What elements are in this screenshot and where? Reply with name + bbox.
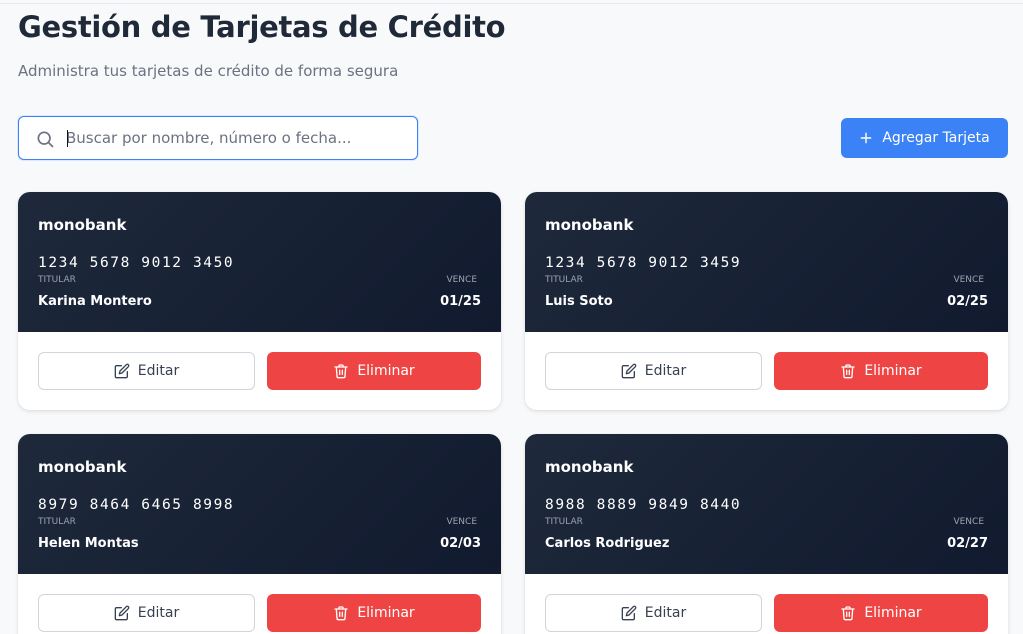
delete-button[interactable]: Eliminar [774,352,988,390]
text-caret [67,130,68,147]
credit-card-item: monobank 1234 5678 9012 3450 TITULAR VEN… [18,192,501,410]
edit-label: Editar [644,605,687,621]
top-divider [0,3,1023,4]
holder-label: TITULAR [38,275,76,285]
search-box[interactable] [18,116,418,160]
delete-label: Eliminar [864,363,922,379]
page-title: Gestión de Tarjetas de Crédito [18,10,506,44]
holder-label: TITULAR [545,275,583,285]
expiry-label: VENCE [953,517,984,527]
edit-icon [114,363,130,379]
card-expiry: 02/03 [440,536,481,551]
delete-button[interactable]: Eliminar [267,594,481,632]
expiry-label: VENCE [446,275,477,285]
delete-button[interactable]: Eliminar [267,352,481,390]
edit-button[interactable]: Editar [38,594,255,632]
card-bank: monobank [545,458,634,476]
credit-card-item: monobank 8988 8889 9849 8440 TITULAR VEN… [525,434,1008,634]
trash-icon [334,606,348,621]
card-holder: Carlos Rodriguez [545,536,670,551]
card-bank: monobank [545,216,634,234]
trash-icon [841,606,855,621]
page-subtitle: Administra tus tarjetas de crédito de fo… [18,62,399,80]
expiry-label: VENCE [446,517,477,527]
trash-icon [334,364,348,379]
edit-button[interactable]: Editar [545,352,762,390]
trash-icon [841,364,855,379]
credit-card-item: monobank 8979 8464 6465 8998 TITULAR VEN… [18,434,501,634]
edit-label: Editar [137,363,180,379]
card-face: monobank 8988 8889 9849 8440 TITULAR VEN… [525,434,1008,574]
card-holder: Helen Montas [38,536,139,551]
add-card-button[interactable]: Agregar Tarjeta [841,118,1008,158]
edit-button[interactable]: Editar [545,594,762,632]
card-face: monobank 8979 8464 6465 8998 TITULAR VEN… [18,434,501,574]
delete-label: Eliminar [864,605,922,621]
delete-label: Eliminar [357,363,415,379]
edit-icon [621,605,637,621]
card-expiry: 02/25 [947,294,988,309]
card-holder: Karina Montero [38,294,152,309]
card-face: monobank 1234 5678 9012 3459 TITULAR VEN… [525,192,1008,332]
edit-icon [114,605,130,621]
card-face: monobank 1234 5678 9012 3450 TITULAR VEN… [18,192,501,332]
edit-icon [621,363,637,379]
card-bank: monobank [38,216,127,234]
card-number: 8988 8889 9849 8440 [545,497,742,513]
card-holder: Luis Soto [545,294,613,309]
search-icon [37,131,54,148]
delete-label: Eliminar [357,605,415,621]
add-card-label: Agregar Tarjeta [882,130,990,146]
expiry-label: VENCE [953,275,984,285]
holder-label: TITULAR [545,517,583,527]
holder-label: TITULAR [38,517,76,527]
card-expiry: 01/25 [440,294,481,309]
card-bank: monobank [38,458,127,476]
card-number: 1234 5678 9012 3459 [545,255,742,271]
plus-icon [860,132,872,144]
edit-label: Editar [644,363,687,379]
card-number: 1234 5678 9012 3450 [38,255,235,271]
credit-card-item: monobank 1234 5678 9012 3459 TITULAR VEN… [525,192,1008,410]
delete-button[interactable]: Eliminar [774,594,988,632]
edit-label: Editar [137,605,180,621]
edit-button[interactable]: Editar [38,352,255,390]
card-number: 8979 8464 6465 8998 [38,497,235,513]
card-expiry: 02/27 [947,536,988,551]
search-input[interactable] [66,117,406,159]
